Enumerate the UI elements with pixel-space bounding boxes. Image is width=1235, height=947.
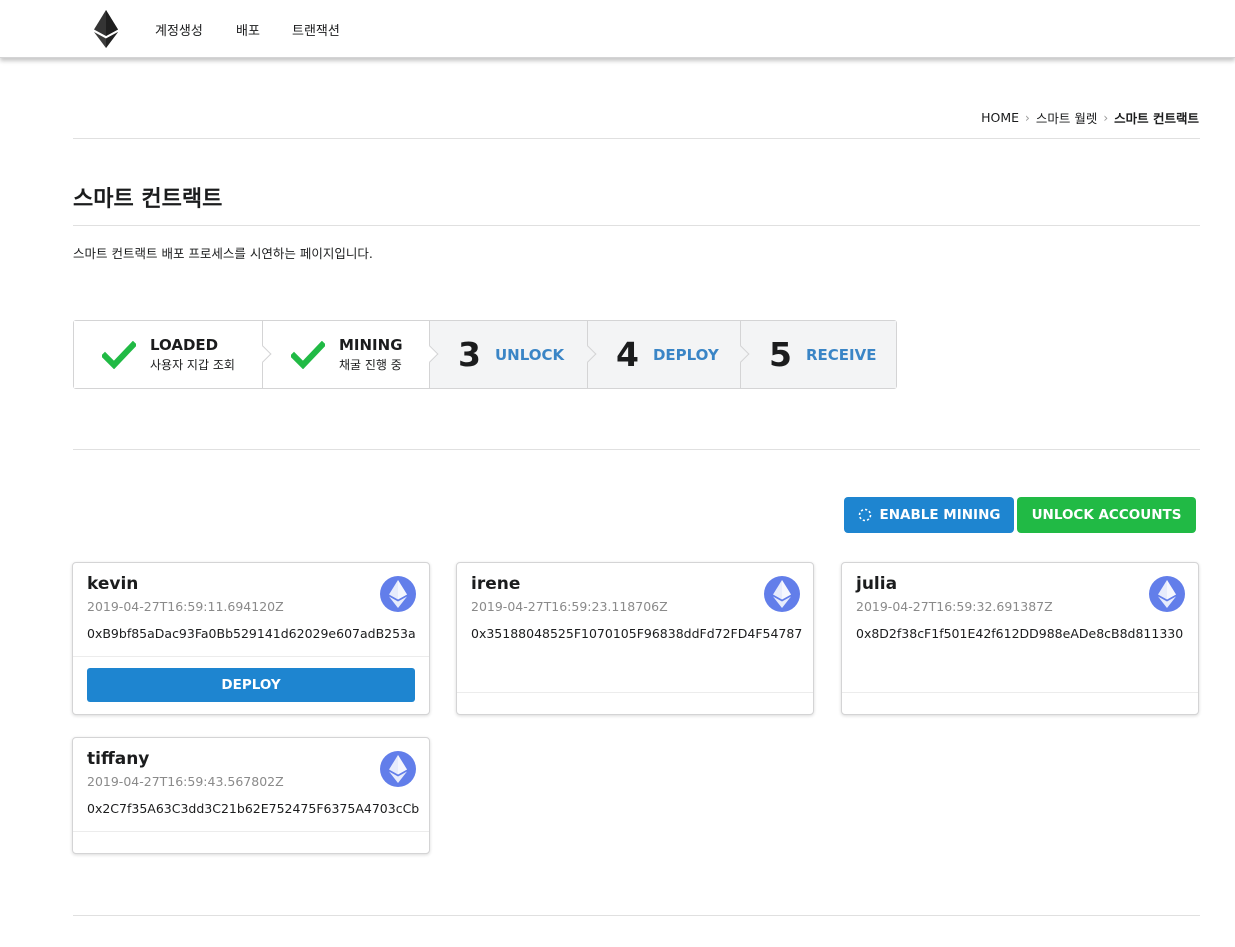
step-number: 3 (458, 335, 481, 374)
step-description: 사용자 지갑 조회 (150, 358, 235, 372)
step-title: LOADED (150, 336, 219, 354)
account-name: tiffany (87, 749, 150, 769)
nav-item-create-account[interactable]: 계정생성 (155, 20, 203, 39)
page-description: 스마트 컨트랙트 배포 프로세스를 시연하는 페이지입니다. (73, 246, 373, 261)
breadcrumb-home[interactable]: HOME (981, 110, 1019, 125)
account-created-date: 2019-04-27T16:59:43.567802Z (87, 774, 284, 789)
account-card: tiffany 2019-04-27T16:59:43.567802Z 0x2C… (72, 737, 430, 854)
step-receive: 5 RECEIVE (741, 321, 896, 388)
ethereum-icon (380, 751, 416, 787)
breadcrumb-smart-wallet[interactable]: 스마트 월렛 (1036, 108, 1097, 127)
ethereum-logo[interactable] (94, 10, 118, 48)
account-address: 0x35188048525F1070105F96838ddFd72FD4F547… (471, 626, 803, 641)
step-mining: MINING 채굴 진행 중 (263, 321, 439, 388)
account-address: 0xB9bf85aDac93Fa0Bb529141d62029e607adB25… (87, 626, 416, 641)
step-number: 4 (616, 335, 639, 374)
divider (73, 225, 1200, 226)
check-icon (102, 340, 136, 369)
card-divider (842, 692, 1198, 693)
divider (73, 449, 1200, 450)
step-description: 채굴 진행 중 (339, 358, 402, 372)
nav-item-transaction[interactable]: 트랜잭션 (292, 20, 340, 39)
step-title: MINING (339, 336, 403, 354)
account-card: kevin 2019-04-27T16:59:11.694120Z 0xB9bf… (72, 562, 430, 715)
ethereum-icon (380, 576, 416, 612)
deploy-steps: LOADED 사용자 지갑 조회 MINING 채굴 진행 중 3 UNLOCK… (73, 320, 897, 389)
account-created-date: 2019-04-27T16:59:11.694120Z (87, 599, 284, 614)
step-number: 5 (769, 335, 792, 374)
card-divider (73, 656, 429, 657)
account-created-date: 2019-04-27T16:59:23.118706Z (471, 599, 668, 614)
account-created-date: 2019-04-27T16:59:32.691387Z (856, 599, 1053, 614)
account-name: julia (856, 574, 898, 594)
step-deploy: 4 DEPLOY (588, 321, 750, 388)
card-divider (73, 831, 429, 832)
step-loaded: LOADED 사용자 지갑 조회 (74, 321, 272, 388)
enable-mining-label: ENABLE MINING (879, 507, 1001, 523)
check-icon (291, 340, 325, 369)
unlock-accounts-label: UNLOCK ACCOUNTS (1031, 507, 1182, 523)
page-title: 스마트 컨트랙트 (73, 187, 223, 212)
chevron-right-icon: › (1103, 110, 1109, 125)
divider (73, 138, 1200, 139)
chevron-right-icon: › (1025, 110, 1030, 125)
account-address: 0x8D2f38cF1f501E42f612DD988eADe8cB8d8113… (856, 626, 1184, 641)
step-title: DEPLOY (652, 345, 719, 364)
account-card: irene 2019-04-27T16:59:23.118706Z 0x3518… (456, 562, 814, 715)
enable-mining-button[interactable]: ENABLE MINING (844, 497, 1014, 533)
step-unlock: 3 UNLOCK (430, 321, 597, 388)
account-name: irene (471, 574, 521, 594)
card-divider (457, 692, 813, 693)
spinner-icon (858, 508, 871, 522)
step-title: UNLOCK (494, 345, 565, 364)
account-card: julia 2019-04-27T16:59:32.691387Z 0x8D2f… (841, 562, 1199, 715)
breadcrumb-current: 스마트 컨트랙트 (1114, 111, 1199, 126)
top-navbar: 계정생성 배포 트랜잭션 (0, 0, 1235, 58)
divider (73, 915, 1200, 916)
unlock-accounts-button[interactable]: UNLOCK ACCOUNTS (1017, 497, 1196, 533)
breadcrumb: HOME › 스마트 월렛 › 스마트 컨트랙트 (981, 108, 1199, 127)
ethereum-icon (1149, 576, 1185, 612)
account-address: 0x2C7f35A63C3dd3C21b62E752475F6375A4703c… (87, 801, 420, 816)
nav-item-deploy[interactable]: 배포 (236, 20, 260, 39)
deploy-button[interactable]: DEPLOY (87, 668, 415, 702)
account-name: kevin (87, 574, 139, 594)
step-title: RECEIVE (805, 345, 877, 364)
ethereum-icon (764, 576, 800, 612)
